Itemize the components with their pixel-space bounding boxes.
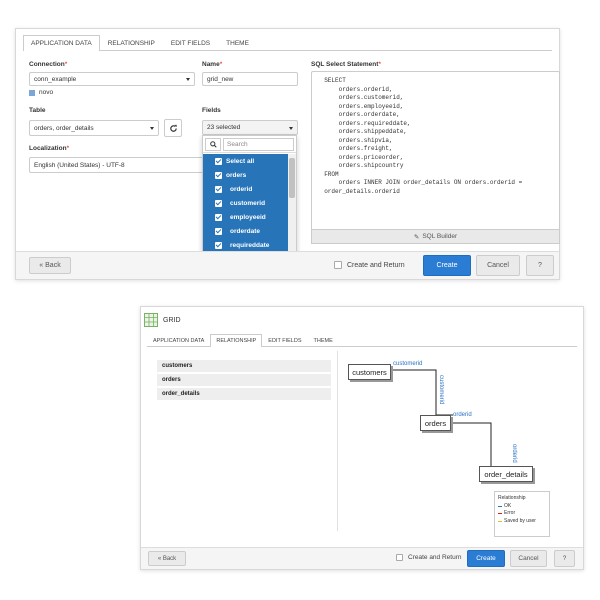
field-option[interactable]: requireddate [203, 238, 288, 252]
chevron-down-icon [186, 78, 190, 81]
tab-bar: APPLICATION DATA RELATIONSHIP EDIT FIELD… [23, 34, 552, 51]
name-input[interactable]: grid_new [202, 72, 298, 86]
panel-footer: « Back Create and Return Create Cancel ? [141, 547, 583, 569]
field-option[interactable]: customerid [203, 196, 288, 210]
field-option[interactable]: orderid [203, 182, 288, 196]
edge-label: customerid [438, 375, 444, 405]
create-and-return-checkbox[interactable]: Create and Return [334, 261, 405, 269]
tab-edit-fields[interactable]: EDIT FIELDS [163, 35, 218, 51]
create-button[interactable]: Create [423, 255, 471, 276]
diagram-node-customers[interactable]: customers [348, 364, 391, 380]
sql-label: SQL Select Statement* [311, 61, 381, 68]
field-option[interactable]: orderdate [203, 224, 288, 238]
back-button[interactable]: « Back [148, 551, 186, 566]
localization-select[interactable]: English (United States) - UTF-8 [29, 157, 204, 173]
search-icon [209, 140, 217, 148]
table-select[interactable]: orders, order_details [29, 120, 159, 136]
legend-item: Saved by user [498, 518, 546, 526]
group-orders-option[interactable]: orders [203, 168, 288, 182]
relationship-legend: Relationship OK Error Saved by user [494, 491, 550, 537]
wand-icon: ✎ [413, 233, 420, 241]
diagram-node-orders[interactable]: orders [420, 415, 451, 431]
refresh-icon [169, 124, 177, 132]
fields-label: Fields [202, 107, 221, 114]
checkbox-icon [215, 241, 222, 249]
dropdown-scrollbar[interactable] [288, 154, 296, 254]
cancel-button[interactable]: Cancel [510, 550, 547, 567]
database-icon [29, 89, 35, 96]
back-button[interactable]: « Back [29, 257, 71, 274]
diagram-node-order-details[interactable]: order_details [479, 466, 533, 482]
refresh-button[interactable] [164, 119, 182, 137]
edge-label: orderid [453, 412, 472, 418]
tab-application-data[interactable]: APPLICATION DATA [23, 35, 100, 51]
tab-relationship[interactable]: RELATIONSHIP [100, 35, 163, 51]
edge-label: customerid [393, 361, 423, 367]
sql-editor[interactable]: SELECT orders.orderid, orders.customerid… [311, 71, 560, 231]
checkbox-icon [215, 227, 222, 235]
legend-item: OK [498, 503, 546, 511]
fields-select[interactable]: 23 selected [202, 120, 298, 135]
chevron-down-icon [289, 126, 293, 130]
edge-label: orderid [511, 444, 517, 463]
help-button[interactable]: ? [526, 255, 554, 276]
checkbox-icon [215, 157, 222, 165]
name-label: Name* [202, 61, 223, 68]
connection-label: Connection* [29, 61, 68, 68]
field-option[interactable]: employeeid [203, 210, 288, 224]
checkbox-icon [215, 199, 222, 207]
panel-footer: « Back Create and Return Create Cancel ? [16, 251, 559, 279]
sql-builder-button[interactable]: ✎ SQL Builder [311, 229, 560, 244]
chevron-down-icon [150, 127, 154, 130]
fields-dropdown: Search Select all orders orderid custome… [202, 135, 297, 255]
legend-item: Error [498, 510, 546, 518]
connection-select[interactable]: conn_example [29, 72, 195, 86]
relationship-panel: GRID APPLICATION DATA RELATIONSHIP EDIT … [140, 306, 584, 570]
connection-hint[interactable]: novo [29, 89, 53, 96]
checkbox-icon [215, 213, 222, 221]
create-and-return-checkbox[interactable]: Create and Return [396, 554, 461, 561]
cancel-button[interactable]: Cancel [476, 255, 520, 276]
table-label: Table [29, 107, 46, 114]
tab-theme[interactable]: THEME [218, 35, 257, 51]
fields-search-input[interactable]: Search [223, 137, 294, 151]
select-all-option[interactable]: Select all [203, 154, 288, 168]
checkbox-icon [215, 185, 222, 193]
application-data-panel: APPLICATION DATA RELATIONSHIP EDIT FIELD… [15, 28, 560, 280]
search-button[interactable] [205, 137, 221, 151]
checkbox-icon [215, 171, 222, 179]
localization-label: Localization* [29, 145, 70, 152]
create-button[interactable]: Create [467, 550, 505, 567]
help-button[interactable]: ? [554, 550, 575, 567]
